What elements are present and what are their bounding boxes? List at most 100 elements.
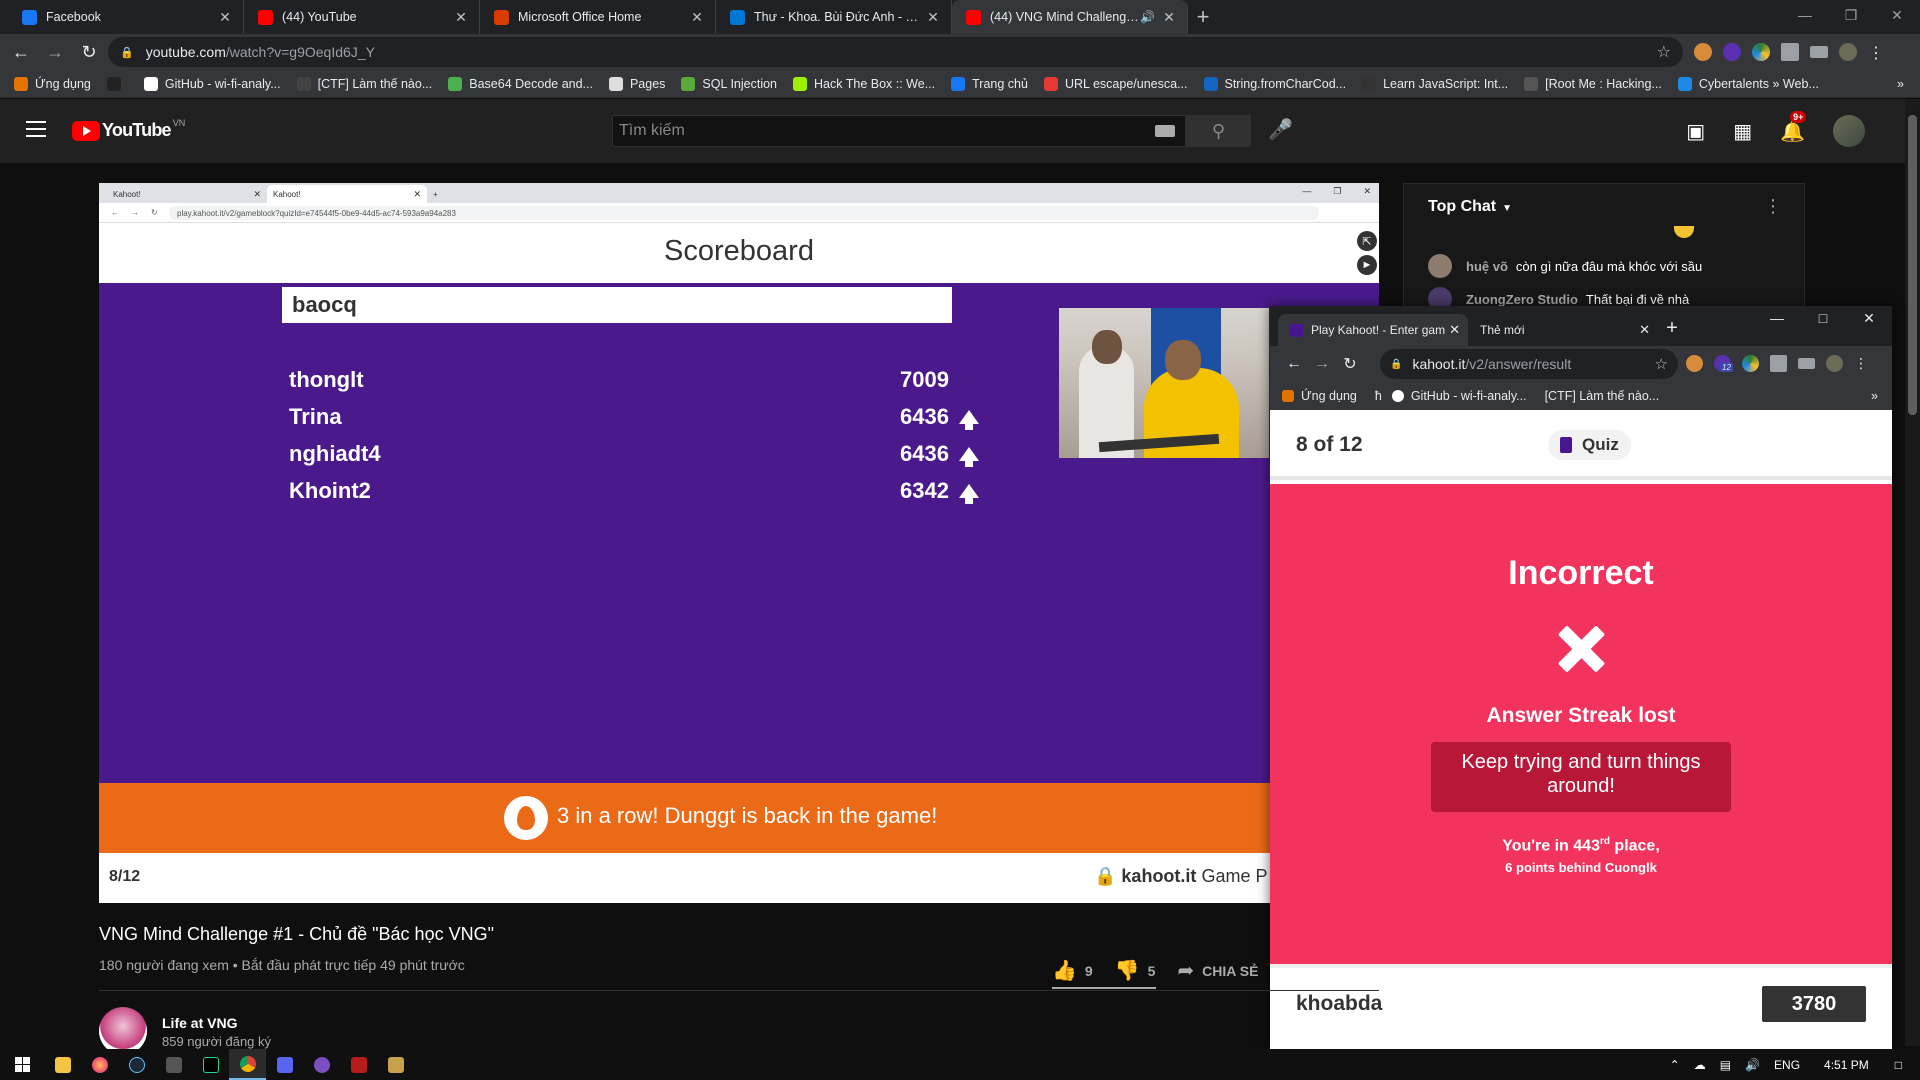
- bookmark-item[interactable]: Cybertalents » Web...: [1677, 76, 1819, 91]
- bookmark-item[interactable]: URL escape/unesca...: [1043, 76, 1188, 91]
- close-tab-icon[interactable]: ✕: [217, 9, 233, 26]
- more-bookmarks-icon[interactable]: »: [1897, 77, 1904, 91]
- compass-extension-icon[interactable]: [1742, 355, 1759, 372]
- bookmark-item[interactable]: Trang chủ: [951, 76, 1028, 91]
- bookmark-star-icon[interactable]: ☆: [1657, 42, 1671, 62]
- browser-tab[interactable]: Microsoft Office Home ✕: [480, 0, 716, 34]
- menu-kebab-icon[interactable]: ⋮: [1854, 355, 1868, 372]
- browser-tab[interactable]: (44) YouTube ✕: [244, 0, 480, 34]
- tray-chevron-icon[interactable]: ⌃: [1670, 1058, 1680, 1072]
- bookmark-item[interactable]: [CTF] Làm thế nào...: [296, 76, 432, 91]
- puzzle-extension-icon[interactable]: [1770, 355, 1787, 372]
- playlist-icon[interactable]: [1798, 358, 1815, 369]
- firefox-icon[interactable]: [81, 1049, 118, 1080]
- shield-extension-icon[interactable]: [1723, 43, 1741, 61]
- maximize-icon[interactable]: □: [1800, 310, 1846, 327]
- forward-arrow-icon[interactable]: →: [38, 42, 72, 63]
- restore-icon[interactable]: ❐: [1828, 0, 1874, 30]
- bookmark-item[interactable]: SQL Injection: [681, 76, 777, 91]
- puzzle-extension-icon[interactable]: [1781, 43, 1799, 61]
- forward-arrow-icon[interactable]: →: [1308, 355, 1336, 373]
- bookmark-apps[interactable]: Ứng dụng: [1282, 389, 1357, 403]
- bookmark-item[interactable]: Hack The Box :: We...: [793, 76, 935, 91]
- chat-more-icon[interactable]: ⋮: [1764, 196, 1782, 217]
- discord-icon[interactable]: [266, 1049, 303, 1080]
- close-window-icon[interactable]: ✕: [1846, 310, 1892, 327]
- pycharm-icon[interactable]: [192, 1049, 229, 1080]
- media-app-icon[interactable]: [303, 1049, 340, 1080]
- apps-grid-icon[interactable]: ▦: [1733, 119, 1752, 144]
- close-tab-icon[interactable]: ✕: [925, 9, 941, 26]
- bookmark-item[interactable]: String.fromCharCod...: [1203, 76, 1346, 91]
- close-tab-icon[interactable]: ✕: [689, 9, 705, 26]
- browser-tab[interactable]: (44) VNG Mind Challenge #1 🔊 ✕: [952, 0, 1188, 34]
- cloud-icon[interactable]: ☁: [1694, 1058, 1706, 1072]
- scrollbar-thumb[interactable]: [1908, 115, 1917, 415]
- close-tab-icon[interactable]: ✕: [453, 9, 469, 26]
- game-app-icon[interactable]: [340, 1049, 377, 1080]
- video-player[interactable]: Kahoot! ✕ Kahoot! ✕ + — ❐ ✕ ← → ↻ play.kahoot.…: [99, 183, 1379, 903]
- chat-mode-dropdown[interactable]: Top Chat ▼: [1428, 198, 1512, 216]
- youtube-logo[interactable]: YouTube VN: [72, 118, 185, 141]
- bookmark-star-icon[interactable]: ☆: [1655, 355, 1668, 373]
- create-video-icon[interactable]: ▣: [1686, 119, 1705, 144]
- popup-address-bar[interactable]: 🔒 kahoot.it/v2/answer/result ☆: [1380, 349, 1678, 379]
- bookmark-github[interactable]: GitHub - wi-fi-analy...: [1391, 389, 1527, 403]
- popup-tab-kahoot[interactable]: Play Kahoot! - Enter game ✕: [1278, 314, 1468, 346]
- account-avatar[interactable]: [1833, 115, 1865, 147]
- browser-tab[interactable]: Facebook ✕: [8, 0, 244, 34]
- like-button[interactable]: 👍 9: [1052, 958, 1093, 983]
- search-button[interactable]: ⚲: [1186, 115, 1251, 147]
- profile-avatar[interactable]: [1826, 355, 1843, 372]
- steam-icon[interactable]: [118, 1049, 155, 1080]
- calculator-icon[interactable]: [155, 1049, 192, 1080]
- share-button[interactable]: ➦ CHIA SẺ: [1177, 958, 1258, 983]
- language-indicator[interactable]: ENG: [1774, 1058, 1800, 1072]
- reload-icon[interactable]: ↻: [72, 42, 106, 63]
- bookmark-item[interactable]: [106, 76, 128, 91]
- popup-tab-new[interactable]: Thẻ mới ✕: [1468, 314, 1658, 346]
- bookmark-item[interactable]: Ứng dụng: [14, 76, 91, 91]
- file-explorer-icon[interactable]: [44, 1049, 81, 1080]
- chrome-icon[interactable]: [229, 1049, 266, 1080]
- more-bookmarks-icon[interactable]: »: [1871, 389, 1878, 403]
- bookmark-item[interactable]: [Root Me : Hacking...: [1524, 76, 1662, 91]
- tool-app-icon[interactable]: [377, 1049, 414, 1080]
- bookmark-item[interactable]: Pages: [608, 76, 665, 91]
- page-scrollbar[interactable]: [1905, 99, 1920, 1046]
- bookmark-h[interactable]: ħ: [1375, 389, 1382, 403]
- speaker-icon[interactable]: 🔊: [1140, 10, 1155, 24]
- browser-tab[interactable]: Thư - Khoa. Bùi Đức Anh - Outlook✕: [716, 0, 952, 34]
- close-window-icon[interactable]: ✕: [1874, 0, 1920, 30]
- compass-extension-icon[interactable]: [1752, 43, 1770, 61]
- notification-center-icon[interactable]: □: [1895, 1058, 1902, 1072]
- reload-icon[interactable]: ↻: [1336, 354, 1364, 374]
- playlist-icon[interactable]: [1810, 46, 1828, 58]
- profile-avatar[interactable]: [1839, 43, 1857, 61]
- back-arrow-icon[interactable]: ←: [1280, 355, 1308, 373]
- network-icon[interactable]: ▤: [1720, 1058, 1731, 1072]
- bookmark-item[interactable]: GitHub - wi-fi-analy...: [143, 76, 281, 91]
- minimize-icon[interactable]: —: [1782, 0, 1828, 30]
- volume-icon[interactable]: 🔊: [1745, 1058, 1760, 1072]
- clock[interactable]: 4:51 PM: [1824, 1058, 1869, 1072]
- windows-start-icon[interactable]: [0, 1057, 44, 1072]
- shield-extension-icon[interactable]: 12: [1714, 355, 1733, 372]
- cookie-extension-icon[interactable]: [1686, 355, 1703, 372]
- new-tab-button[interactable]: +: [1658, 317, 1686, 346]
- channel-avatar[interactable]: [99, 1007, 147, 1055]
- keyboard-icon[interactable]: [1155, 125, 1175, 137]
- bookmark-item[interactable]: Base64 Decode and...: [448, 76, 593, 91]
- menu-kebab-icon[interactable]: ⋮: [1868, 43, 1884, 62]
- address-bar[interactable]: 🔒 youtube.com/watch?v=g9OeqId6J_Y ☆: [108, 37, 1683, 67]
- bookmark-ctf[interactable]: [CTF] Làm thế nào...: [1545, 389, 1660, 403]
- dislike-button[interactable]: 👎 5: [1115, 958, 1156, 983]
- back-arrow-icon[interactable]: ←: [4, 42, 38, 63]
- new-tab-button[interactable]: +: [1188, 0, 1218, 34]
- bookmark-item[interactable]: Learn JavaScript: Int...: [1362, 76, 1508, 91]
- cookie-extension-icon[interactable]: [1694, 43, 1712, 61]
- hamburger-menu-icon[interactable]: [26, 121, 46, 142]
- notifications-bell-icon[interactable]: 🔔 9+: [1780, 110, 1807, 144]
- minimize-icon[interactable]: —: [1754, 310, 1800, 327]
- channel-name[interactable]: Life at VNG: [162, 1015, 237, 1031]
